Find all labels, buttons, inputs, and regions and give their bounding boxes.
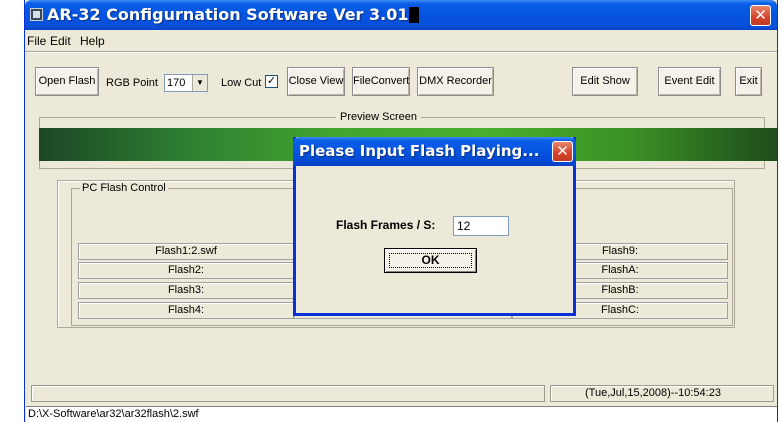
flash-slot-4[interactable]: Flash4: — [78, 302, 294, 319]
flash-slot-3[interactable]: Flash3: — [78, 282, 294, 299]
exit-button[interactable]: Exit — [735, 67, 762, 96]
low-cut-label: Low Cut — [221, 77, 262, 89]
status-panel-left — [31, 385, 545, 402]
open-flash-button[interactable]: Open Flash — [35, 67, 99, 96]
focus-rect — [389, 253, 472, 268]
dialog-title: Please Input Flash Playing... — [299, 142, 540, 160]
file-convert-button[interactable]: FileConvert — [352, 67, 410, 96]
menu-separator — [25, 51, 777, 53]
pc-flash-control-title: PC Flash Control — [80, 182, 168, 194]
dialog-close-button[interactable]: ✕ — [552, 141, 573, 162]
edit-show-button[interactable]: Edit Show — [572, 67, 638, 96]
rgb-point-label: RGB Point — [106, 77, 158, 89]
window-close-button[interactable]: ✕ — [750, 5, 771, 26]
ok-button[interactable]: OK — [384, 248, 477, 273]
close-view-button[interactable]: Close View — [287, 67, 345, 96]
flash-fps-dialog: Please Input Flash Playing... ✕ Flash Fr… — [293, 137, 576, 316]
rgb-point-value: 170 — [167, 77, 186, 89]
preview-screen-title: Preview Screen — [336, 111, 422, 123]
app-icon — [30, 8, 43, 21]
file-path-bar: D:\X-Software\ar32\ar32flash\2.swf — [26, 406, 777, 422]
flash-slot-1[interactable]: Flash1:2.swf — [78, 243, 294, 260]
text-cursor — [409, 7, 420, 23]
dialog-title-bar[interactable]: Please Input Flash Playing... ✕ — [293, 137, 576, 166]
event-edit-button[interactable]: Event Edit — [658, 67, 721, 96]
title-bar[interactable]: AR-32 Configurnation Software Ver 3.01 ✕ — [25, 0, 777, 30]
flash-slot-2[interactable]: Flash2: — [78, 262, 294, 279]
flash-frames-input[interactable]: 12 — [453, 216, 509, 236]
low-cut-checkbox[interactable]: ✓ — [265, 75, 278, 88]
menu-edit[interactable]: Edit — [50, 34, 71, 48]
chevron-down-icon[interactable]: ▼ — [192, 75, 207, 91]
main-window: AR-32 Configurnation Software Ver 3.01 ✕… — [24, 0, 778, 422]
flash-frames-label: Flash Frames / S: — [336, 218, 436, 232]
dmx-recorder-button[interactable]: DMX Recorder — [417, 67, 494, 96]
window-title: AR-32 Configurnation Software Ver 3.01 — [47, 5, 409, 24]
rgb-point-select[interactable]: 170 ▼ — [164, 74, 208, 92]
menu-bar: File Edit Help — [25, 32, 777, 50]
menu-help[interactable]: Help — [80, 34, 105, 48]
menu-file[interactable]: File — [27, 34, 46, 48]
status-datetime: (Tue,Jul,15,2008)--10:54:23 — [550, 385, 774, 402]
